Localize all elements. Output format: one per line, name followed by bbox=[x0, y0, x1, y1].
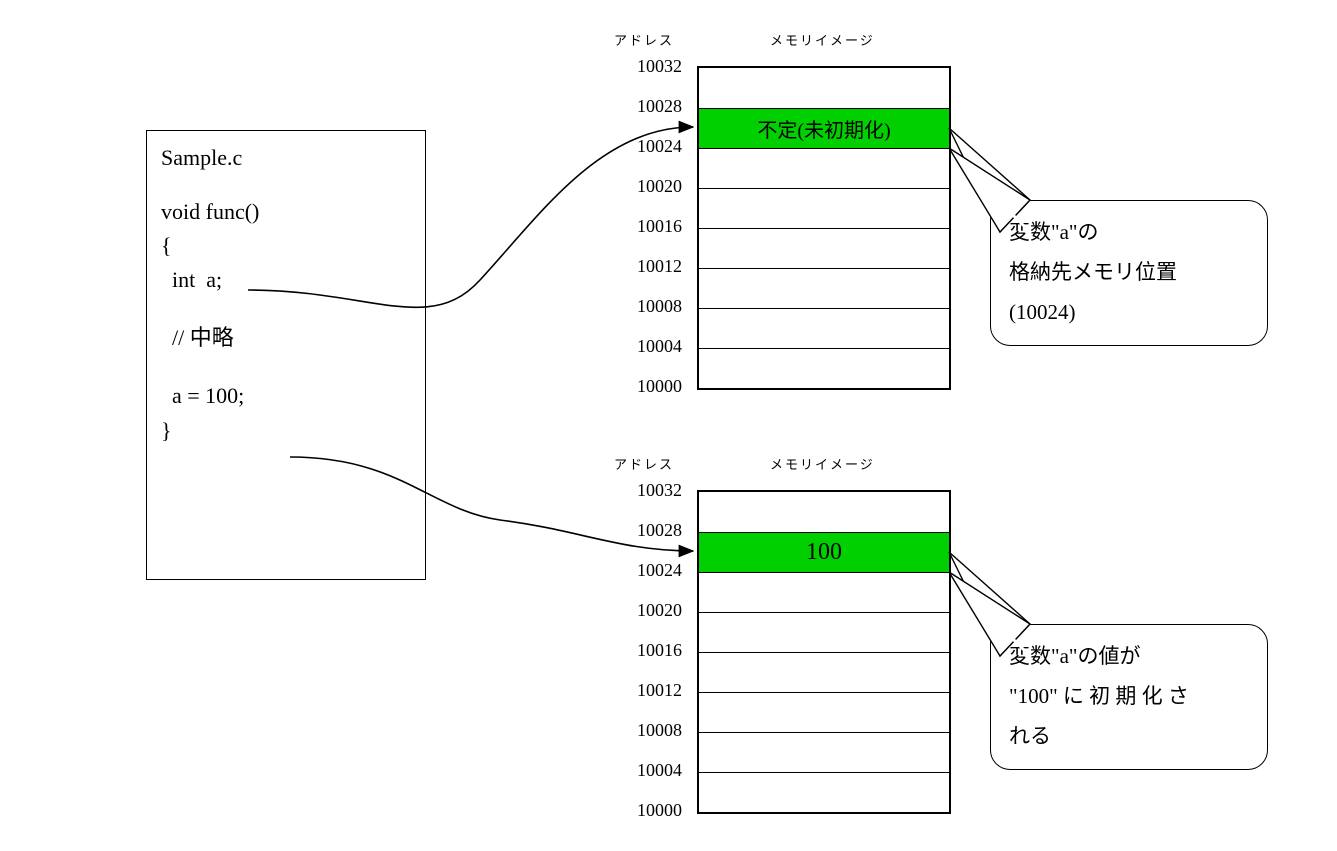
code-title: Sample.c bbox=[161, 141, 411, 175]
code-func: void func() bbox=[161, 195, 411, 229]
mem1-header-memimg: メモリイメージ bbox=[770, 30, 875, 49]
mem2-row bbox=[699, 772, 949, 812]
mem1-addr-10004: 10004 bbox=[622, 336, 682, 357]
mem1-addr-10032: 10032 bbox=[622, 56, 682, 77]
mem1-row-highlight: 不定(未初期化) bbox=[699, 108, 949, 148]
mem2-addr-10000: 10000 bbox=[622, 800, 682, 821]
mem1-addr-10016: 10016 bbox=[622, 216, 682, 237]
mem1-callout-l1: 変数"a"の bbox=[1009, 213, 1249, 253]
diagram-stage: Sample.c void func() { int a; // 中略 a = … bbox=[0, 0, 1337, 851]
mem2-callout-l1: 変数"a"の値が bbox=[1009, 637, 1249, 677]
mem2-addr-10020: 10020 bbox=[622, 600, 682, 621]
mem1-row bbox=[699, 348, 949, 388]
mem2-addr-10024: 10024 bbox=[622, 560, 682, 581]
mem1-highlight-text: 不定(未初期化) bbox=[757, 114, 890, 143]
mem1-row bbox=[699, 228, 949, 268]
mem1-addr-10012: 10012 bbox=[622, 256, 682, 277]
mem2-addr-10004: 10004 bbox=[622, 760, 682, 781]
mem2-addr-10008: 10008 bbox=[622, 720, 682, 741]
mem2-table: 100 bbox=[697, 490, 951, 814]
code-box: Sample.c void func() { int a; // 中略 a = … bbox=[146, 130, 426, 580]
mem2-header-address: アドレス bbox=[614, 454, 674, 473]
mem2-callout: 変数"a"の値が "100" に 初 期 化 さ れる bbox=[990, 624, 1268, 770]
mem1-callout-l3: (10024) bbox=[1009, 293, 1249, 333]
code-decl: int a; bbox=[161, 263, 411, 297]
mem1-row bbox=[699, 308, 949, 348]
mem2-row-highlight: 100 bbox=[699, 532, 949, 572]
mem2-header-memimg: メモリイメージ bbox=[770, 454, 875, 473]
mem1-callout: 変数"a"の 格納先メモリ位置 (10024) bbox=[990, 200, 1268, 346]
mem2-addr-10032: 10032 bbox=[622, 480, 682, 501]
mem2-row bbox=[699, 652, 949, 692]
mem2-addr-10012: 10012 bbox=[622, 680, 682, 701]
mem2-callout-l2: "100" に 初 期 化 さ bbox=[1009, 677, 1249, 717]
mem2-addr-10016: 10016 bbox=[622, 640, 682, 661]
mem2-callout-l3: れる bbox=[1009, 717, 1249, 757]
code-blank2 bbox=[161, 297, 411, 321]
code-open: { bbox=[161, 229, 411, 263]
code-comment: // 中略 bbox=[161, 321, 411, 355]
mem1-addr-10020: 10020 bbox=[622, 176, 682, 197]
mem1-header-address: アドレス bbox=[614, 30, 674, 49]
mem2-row bbox=[699, 612, 949, 652]
code-blank3 bbox=[161, 355, 411, 379]
mem1-row bbox=[699, 188, 949, 228]
mem1-row bbox=[699, 148, 949, 188]
mem1-table: 不定(未初期化) bbox=[697, 66, 951, 390]
mem2-row bbox=[699, 572, 949, 612]
mem2-addr-10028: 10028 bbox=[622, 520, 682, 541]
mem1-callout-l2: 格納先メモリ位置 bbox=[1009, 253, 1249, 293]
mem2-row bbox=[699, 492, 949, 532]
mem2-highlight-text: 100 bbox=[806, 539, 842, 566]
mem1-addr-10008: 10008 bbox=[622, 296, 682, 317]
mem1-row bbox=[699, 268, 949, 308]
mem2-row bbox=[699, 692, 949, 732]
code-blank bbox=[161, 175, 411, 195]
mem1-addr-10024: 10024 bbox=[622, 136, 682, 157]
mem1-addr-10000: 10000 bbox=[622, 376, 682, 397]
code-assign: a = 100; bbox=[161, 379, 411, 413]
mem2-row bbox=[699, 732, 949, 772]
code-close: } bbox=[161, 414, 411, 448]
mem1-addr-10028: 10028 bbox=[622, 96, 682, 117]
mem1-row bbox=[699, 68, 949, 108]
